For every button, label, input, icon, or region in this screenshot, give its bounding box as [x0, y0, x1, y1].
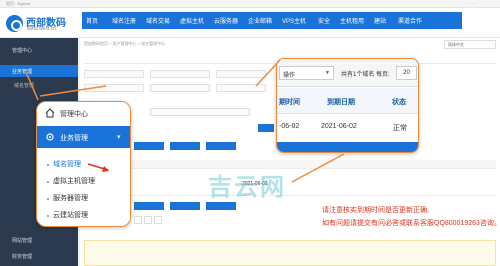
logo-icon	[6, 15, 23, 32]
screenshot-root: 首页 · BigKnit ··· 西部数码 www.west.cn 首页 域名注…	[0, 0, 500, 266]
top-strip-right: ···	[470, 1, 474, 6]
watermark: 吉云网	[208, 174, 286, 201]
nav-item[interactable]: 主机租用	[340, 16, 364, 25]
nav-item[interactable]: 域名交易	[146, 16, 170, 25]
page-size-input[interactable]: 20	[396, 66, 417, 80]
column-header: 期时间	[279, 99, 300, 106]
sidebar-item-finance[interactable]: 财务管理	[0, 250, 78, 262]
callout-header[interactable]: 管理中心	[37, 102, 130, 124]
action-button[interactable]	[134, 142, 164, 150]
bulk-action-label: 操作	[283, 73, 296, 79]
filter-field[interactable]	[216, 70, 266, 78]
bullet-icon	[47, 164, 49, 166]
row-expiry-date: 2021-06-02	[321, 123, 357, 130]
sidebar-header[interactable]: 管理中心	[0, 44, 78, 57]
nav-item[interactable]: 渠道合作	[398, 16, 422, 25]
domain-list-callout: 操作 ▼ 共有1个域名 每页: 20 期时间 到期日期 状态 -06-02 20…	[276, 58, 419, 153]
bulk-action-select[interactable]: 操作 ▼	[279, 66, 334, 80]
pager-button[interactable]	[144, 216, 152, 224]
top-strip-text: 首页 · BigKnit	[6, 1, 31, 6]
callout-header-label: 管理中心	[60, 111, 88, 118]
nav-item[interactable]: 虚拟主机	[180, 16, 204, 25]
row-status: 正常	[393, 125, 407, 132]
breadcrumb: 西部数码首页 > 用户管理中心 > 域名管理中心	[84, 41, 166, 46]
table-header	[84, 160, 496, 169]
nav-item[interactable]: 建站	[374, 16, 386, 25]
bottom-action-button[interactable]	[206, 202, 236, 210]
bottom-action-button[interactable]	[134, 202, 164, 210]
bottom-action-button[interactable]	[170, 202, 200, 210]
nav-item[interactable]: VPS主机	[282, 16, 306, 25]
column-header: 状态	[392, 99, 406, 106]
table-row: 2021-06-02	[84, 170, 496, 196]
language-select[interactable]: 简体中文	[444, 40, 496, 49]
nav-item[interactable]: 企业邮箱	[248, 16, 272, 25]
domain-count-text: 共有1个域名 每页:	[341, 72, 390, 78]
chevron-down-icon: ▾	[117, 134, 121, 141]
callout-item-vhost[interactable]: 虚拟主机管理	[53, 176, 95, 186]
filter-field[interactable]	[150, 108, 250, 116]
callout-business-item[interactable]: 业务管理 ▾	[37, 126, 130, 148]
filter-field[interactable]	[84, 70, 144, 78]
sidebar-item-business[interactable]: 业务管理	[0, 65, 78, 77]
column-header: 到期日期	[327, 99, 355, 106]
filter-field[interactable]	[84, 84, 144, 92]
tips-box	[84, 240, 496, 266]
home-icon	[45, 108, 55, 118]
callout-business-label: 业务管理	[60, 135, 88, 142]
callout-item-domain[interactable]: 域名管理	[53, 159, 81, 169]
callout-item-server[interactable]: 服务器管理	[53, 193, 88, 203]
filter-field[interactable]	[216, 84, 266, 92]
notice-line-1: 请注意核实到期时间是否更新正确,	[322, 207, 429, 214]
sidebar-callout: 管理中心 业务管理 ▾ 域名管理 虚拟主机管理 服务器管理 云建站管理	[36, 101, 131, 227]
filter-field[interactable]	[150, 84, 210, 92]
nav-item[interactable]: 域名注册	[112, 16, 136, 25]
sidebar-item-website[interactable]: 网站管理	[0, 234, 78, 246]
callout-table-header: 期时间 到期日期 状态	[277, 88, 418, 114]
top-strip: 首页 · BigKnit ···	[0, 0, 500, 8]
sidebar-item-domain[interactable]: 域名管理	[14, 82, 34, 89]
row-start-date: -06-02	[279, 123, 300, 130]
filter-field[interactable]	[150, 70, 210, 78]
nav-item[interactable]: 安全	[318, 16, 330, 25]
chevron-down-icon: ▼	[325, 70, 330, 76]
notice-line-2: 如有问题请提交有问必答或联系客服QQ800019263咨询。	[322, 220, 500, 227]
pager-button[interactable]	[154, 216, 162, 224]
bullet-icon	[47, 181, 49, 183]
callout-item-cloudsite[interactable]: 云建站管理	[53, 210, 88, 220]
pager-button[interactable]	[134, 216, 142, 224]
nav-item[interactable]: 首页	[86, 16, 98, 25]
search-button[interactable]	[258, 124, 274, 132]
callout-bottom-bar	[277, 142, 418, 152]
callout-toolbar: 操作 ▼ 共有1个域名 每页: 20	[277, 59, 418, 87]
nav-item[interactable]: 云服务器	[214, 16, 238, 25]
gear-icon	[46, 133, 54, 141]
nav-bar: 首页 域名注册 域名交易 虚拟主机 云服务器 企业邮箱 VPS主机 安全 主机租…	[82, 12, 462, 29]
site-logo[interactable]: 西部数码 www.west.cn	[6, 12, 76, 34]
bullet-icon	[47, 215, 49, 217]
action-button[interactable]	[206, 142, 236, 150]
logo-url: www.west.cn	[27, 26, 56, 32]
action-button[interactable]	[170, 142, 200, 150]
notice-text: 请注意核实到期时间是否更新正确, 如有问题请提交有问必答或联系客服QQ80001…	[322, 204, 500, 230]
bullet-icon	[47, 198, 49, 200]
